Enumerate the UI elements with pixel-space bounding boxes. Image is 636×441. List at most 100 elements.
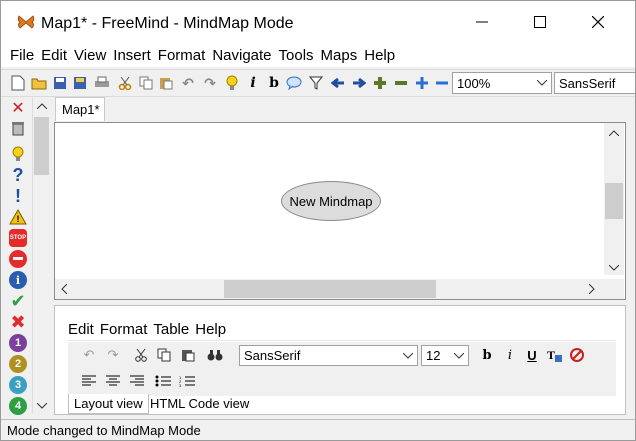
menu-navigate[interactable]: Navigate: [212, 47, 271, 64]
root-node[interactable]: New Mindmap: [281, 181, 381, 221]
chevron-down-icon[interactable]: [37, 403, 47, 409]
editor-font-select[interactable]: SansSerif: [239, 345, 418, 366]
checkmark-icon[interactable]: ✔: [9, 291, 27, 311]
palette-scroll-thumb[interactable]: [34, 117, 49, 175]
menu-insert[interactable]: Insert: [113, 47, 151, 64]
minimize-icon: [476, 21, 488, 23]
menu-view[interactable]: View: [74, 47, 106, 64]
idea-bulb-icon[interactable]: [223, 74, 241, 92]
cross-icon[interactable]: ✖: [9, 312, 27, 332]
chevron-left-icon[interactable]: [61, 284, 67, 294]
numbered-list-icon[interactable]: 123: [178, 372, 196, 390]
trash-icon[interactable]: [9, 119, 27, 137]
editor-redo-icon[interactable]: ↷: [104, 346, 122, 364]
italic-icon[interactable]: i: [244, 74, 262, 92]
editor-undo-icon[interactable]: ↶: [80, 346, 98, 364]
freemind-window: Map1* - FreeMind - MindMap Mode File Edi…: [0, 0, 636, 441]
minimize-button[interactable]: [453, 1, 511, 43]
maximize-icon: [534, 16, 546, 28]
cut-icon[interactable]: [116, 74, 134, 92]
map-horizontal-scrollbar[interactable]: [55, 279, 604, 299]
question-icon[interactable]: ?: [9, 165, 27, 185]
add-child-icon[interactable]: [371, 74, 389, 92]
remove-last-icon[interactable]: ✕: [9, 99, 27, 117]
palette-scrollbar[interactable]: [32, 97, 50, 413]
tab-map1[interactable]: Map1*: [55, 97, 105, 121]
map-hscroll-thumb[interactable]: [224, 280, 436, 298]
undo-icon[interactable]: ↶: [179, 74, 197, 92]
maximize-button[interactable]: [511, 1, 569, 43]
menu-maps[interactable]: Maps: [321, 47, 358, 64]
butterfly-icon: [17, 15, 35, 29]
priority-1-icon[interactable]: 1: [9, 334, 27, 352]
menu-edit[interactable]: Edit: [41, 47, 67, 64]
remove-node-icon[interactable]: [392, 74, 410, 92]
new-map-icon[interactable]: [9, 74, 27, 92]
zoom-out-icon[interactable]: [433, 74, 451, 92]
redo-icon[interactable]: ↷: [201, 74, 219, 92]
window-title: Map1* - FreeMind - MindMap Mode: [41, 15, 294, 32]
nav-forward-icon[interactable]: [350, 74, 368, 92]
save-icon[interactable]: [51, 74, 69, 92]
priority-4-icon[interactable]: 4: [9, 397, 27, 415]
align-center-icon[interactable]: [104, 372, 122, 390]
close-button[interactable]: [569, 1, 627, 43]
align-left-icon[interactable]: [80, 372, 98, 390]
close-icon: [592, 16, 604, 28]
align-right-icon[interactable]: [128, 372, 146, 390]
chevron-up-icon[interactable]: [37, 103, 47, 109]
chevron-down-icon[interactable]: [609, 265, 619, 271]
bullet-list-icon[interactable]: [154, 372, 172, 390]
editor-paste-icon[interactable]: [179, 346, 197, 364]
tab-layout-view[interactable]: Layout view: [68, 394, 149, 414]
print-icon[interactable]: [93, 74, 111, 92]
zoom-select[interactable]: 100%: [452, 72, 552, 94]
menu-file[interactable]: File: [10, 47, 34, 64]
chevron-right-icon[interactable]: [589, 284, 595, 294]
info-icon[interactable]: i: [9, 271, 27, 289]
editor-menu-edit[interactable]: Edit: [68, 321, 94, 338]
bold-icon[interactable]: b: [265, 74, 283, 92]
idea-icon[interactable]: [9, 145, 27, 163]
chevron-up-icon[interactable]: [609, 130, 619, 136]
paste-icon[interactable]: [157, 74, 175, 92]
filter-icon[interactable]: [307, 74, 325, 92]
icon-palette: ✕ ? ! ! STOP i ✔ ✖ 1 2 3 4: [5, 97, 31, 415]
editor-copy-icon[interactable]: [155, 346, 173, 364]
find-binoculars-icon[interactable]: [206, 346, 224, 364]
important-icon[interactable]: !: [9, 186, 27, 206]
zoom-in-icon[interactable]: [413, 74, 431, 92]
editor-bold-icon[interactable]: b: [478, 346, 496, 364]
priority-2-icon[interactable]: 2: [9, 355, 27, 373]
tab-html-code-view[interactable]: HTML Code view: [145, 394, 254, 414]
text-color-icon[interactable]: T: [546, 346, 564, 364]
map-vscroll-thumb[interactable]: [605, 183, 623, 219]
note-bubble-icon[interactable]: [285, 74, 303, 92]
open-icon[interactable]: [30, 74, 48, 92]
editor-menu-help[interactable]: Help: [195, 321, 226, 338]
editor-menu-table[interactable]: Table: [153, 321, 189, 338]
editor-italic-icon[interactable]: i: [501, 346, 519, 364]
editor-underline-icon[interactable]: U: [523, 346, 541, 364]
mindmap-canvas[interactable]: New Mindmap: [54, 122, 626, 300]
editor-cut-icon[interactable]: [132, 346, 150, 364]
clear-format-icon[interactable]: [568, 346, 586, 364]
priority-3-icon[interactable]: 3: [9, 376, 27, 394]
warning-icon[interactable]: !: [9, 208, 27, 226]
font-value: SansSerif: [559, 76, 616, 91]
editor-menu-format[interactable]: Format: [100, 321, 148, 338]
menu-tools[interactable]: Tools: [279, 47, 314, 64]
font-select[interactable]: SansSerif: [554, 72, 635, 94]
map-tabs: Map1*: [53, 97, 635, 121]
nav-back-icon[interactable]: [329, 74, 347, 92]
map-vertical-scrollbar[interactable]: [604, 123, 624, 275]
menu-format[interactable]: Format: [158, 47, 206, 64]
save-as-icon[interactable]: [71, 74, 89, 92]
svg-text:3: 3: [179, 383, 182, 387]
copy-icon[interactable]: [137, 74, 155, 92]
editor-size-select[interactable]: 12: [421, 345, 469, 366]
stop-icon[interactable]: STOP: [9, 229, 27, 247]
no-entry-icon[interactable]: [9, 250, 27, 268]
scroll-corner: [604, 279, 624, 299]
menu-help[interactable]: Help: [364, 47, 395, 64]
